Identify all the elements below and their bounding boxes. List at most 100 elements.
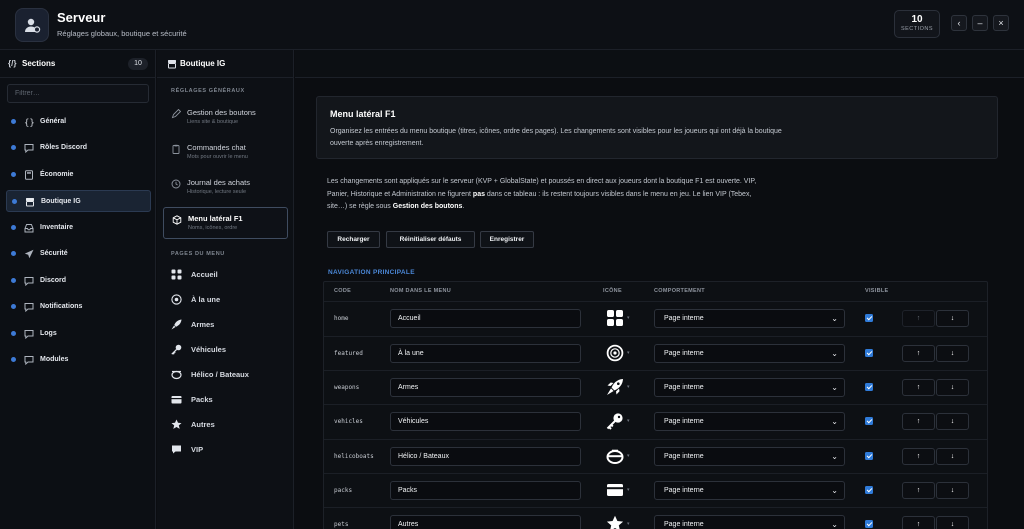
menu-name-input[interactable]: Armes <box>390 378 581 397</box>
row-code: weapons <box>334 384 360 391</box>
page-item-label: Packs <box>191 395 213 404</box>
menu-name-input[interactable]: Accueil <box>390 309 581 328</box>
braces-icon: {/} <box>8 59 17 68</box>
status-dot <box>11 145 16 150</box>
chevron-down-icon: ▾ <box>627 384 630 390</box>
sidebar-item-7[interactable]: Discord <box>6 270 151 292</box>
sidebar-item-10[interactable]: Modules <box>6 349 151 371</box>
menu-name-input[interactable]: Autres <box>390 515 581 529</box>
icon-picker[interactable]: ▾ <box>606 480 632 501</box>
page-item-label: VIP <box>191 445 204 454</box>
subnav-item-subtitle: Noms, icônes, ordre <box>188 225 238 231</box>
subnav-item-commandes-chat[interactable]: Commandes chat Mots pour ouvrir le menu <box>163 137 288 169</box>
visible-checkbox[interactable] <box>865 486 873 494</box>
move-up-button[interactable]: ↑ <box>902 448 935 465</box>
main-toolbar <box>295 50 1024 78</box>
helicopter-icon <box>171 370 182 380</box>
icon-picker[interactable]: ▾ <box>606 343 632 364</box>
chat-icon <box>24 144 34 153</box>
move-up-button[interactable]: ↑ <box>902 379 935 396</box>
behavior-select[interactable]: Page interne ⌄ <box>654 447 845 466</box>
reset-defaults-button[interactable]: Réinitialiser défauts <box>386 231 475 248</box>
behavior-select[interactable]: Page interne ⌄ <box>654 515 845 529</box>
minimize-button[interactable]: – <box>972 15 988 31</box>
page-item-vehicules[interactable]: Véhicules <box>171 343 291 357</box>
chevron-down-icon: ▾ <box>627 315 630 321</box>
move-up-button[interactable]: ↑ <box>902 345 935 362</box>
sidebar-item-8[interactable]: Notifications <box>6 296 151 318</box>
sections-sidebar: {/} Sections 10 {} Général Rôles Discord Éc… <box>0 50 156 529</box>
sidebar-item-2[interactable]: Rôles Discord <box>6 137 151 159</box>
chevron-down-icon: ▾ <box>627 418 630 424</box>
move-down-button[interactable]: ↓ <box>936 448 969 465</box>
page-item-a-la-une[interactable]: À la une <box>171 293 291 307</box>
sidebar-item-1[interactable]: {} Général <box>6 111 151 133</box>
subnav-item-journal-achats[interactable]: Journal des achats Historique, lecture s… <box>163 172 288 204</box>
move-up-button[interactable]: ↑ <box>902 413 935 430</box>
close-button[interactable]: × <box>993 15 1009 31</box>
key-icon <box>171 344 182 355</box>
sidebar-item-3[interactable]: Économie <box>6 164 151 186</box>
visible-checkbox[interactable] <box>865 349 873 357</box>
subnav-item-menu-lateral[interactable]: Menu latéral F1 Noms, icônes, ordre <box>163 207 288 239</box>
sidebar-item-6[interactable]: Sécurité <box>6 243 151 265</box>
menu-name-input[interactable]: À la une <box>390 344 581 363</box>
sidebar-item-label: Notifications <box>40 303 83 310</box>
move-up-button[interactable]: ↑ <box>902 482 935 499</box>
behavior-value: Page interne <box>664 350 704 357</box>
shop-icon <box>168 60 176 69</box>
page-item-armes[interactable]: Armes <box>171 318 291 332</box>
visible-checkbox[interactable] <box>865 314 873 322</box>
visible-checkbox[interactable] <box>865 417 873 425</box>
icon-picker[interactable]: ▾ <box>606 377 632 398</box>
move-down-button[interactable]: ↓ <box>936 379 969 396</box>
icon-picker[interactable]: ▾ <box>606 411 632 432</box>
reload-button[interactable]: Recharger <box>327 231 380 248</box>
move-down-button[interactable]: ↓ <box>936 516 969 529</box>
visible-checkbox[interactable] <box>865 383 873 391</box>
info-text-bold: pas <box>472 190 485 198</box>
sections-filter-input[interactable] <box>7 84 149 103</box>
icon-picker[interactable]: ▾ <box>606 308 632 329</box>
behavior-select[interactable]: Page interne ⌄ <box>654 309 845 328</box>
behavior-value: Page interne <box>664 521 704 528</box>
chat-icon <box>24 303 34 312</box>
chat-icon <box>24 356 34 365</box>
subnav-item-gestion-boutons[interactable]: Gestion des boutons Liens site & boutiqu… <box>163 102 288 134</box>
behavior-value: Page interne <box>664 418 704 425</box>
status-dot <box>11 357 16 362</box>
sections-count-label: SECTIONS <box>900 26 934 32</box>
move-down-button[interactable]: ↓ <box>936 345 969 362</box>
page-item-helico-bateaux[interactable]: Hélico / Bateaux <box>171 368 291 382</box>
move-down-button[interactable]: ↓ <box>936 310 969 327</box>
move-down-button[interactable]: ↓ <box>936 413 969 430</box>
move-up-button[interactable]: ↑ <box>902 516 935 529</box>
behavior-select[interactable]: Page interne ⌄ <box>654 481 845 500</box>
history-icon <box>171 179 181 189</box>
move-down-button[interactable]: ↓ <box>936 482 969 499</box>
behavior-select[interactable]: Page interne ⌄ <box>654 378 845 397</box>
sidebar-item-label: Modules <box>40 356 69 363</box>
sidebar-item-label: Général <box>40 118 67 125</box>
icon-picker[interactable]: ▾ <box>606 514 632 529</box>
menu-name-input[interactable]: Packs <box>390 481 581 500</box>
visible-checkbox[interactable] <box>865 520 873 528</box>
page-item-packs[interactable]: Packs <box>171 393 291 407</box>
visible-checkbox[interactable] <box>865 452 873 460</box>
sidebar-item-5[interactable]: Inventaire <box>6 217 151 239</box>
behavior-select[interactable]: Page interne ⌄ <box>654 412 845 431</box>
page-item-autres[interactable]: Autres <box>171 418 291 432</box>
chevron-down-icon: ⌄ <box>831 383 838 392</box>
icon-picker[interactable]: ▾ <box>606 446 632 467</box>
menu-name-input[interactable]: Hélico / Bateaux <box>390 447 581 466</box>
menu-name-input[interactable]: Véhicules <box>390 412 581 431</box>
save-button[interactable]: Enregistrer <box>480 231 534 248</box>
back-button[interactable]: ‹ <box>951 15 967 31</box>
sidebar-item-9[interactable]: Logs <box>6 323 151 345</box>
page-item-accueil[interactable]: Accueil <box>171 268 291 282</box>
page-item-vip[interactable]: VIP <box>171 443 291 457</box>
sidebar-item-4[interactable]: Boutique IG <box>6 190 151 212</box>
behavior-select[interactable]: Page interne ⌄ <box>654 344 845 363</box>
move-up-button[interactable]: ↑ <box>902 310 935 327</box>
subnav-item-title: Commandes chat <box>187 143 246 152</box>
